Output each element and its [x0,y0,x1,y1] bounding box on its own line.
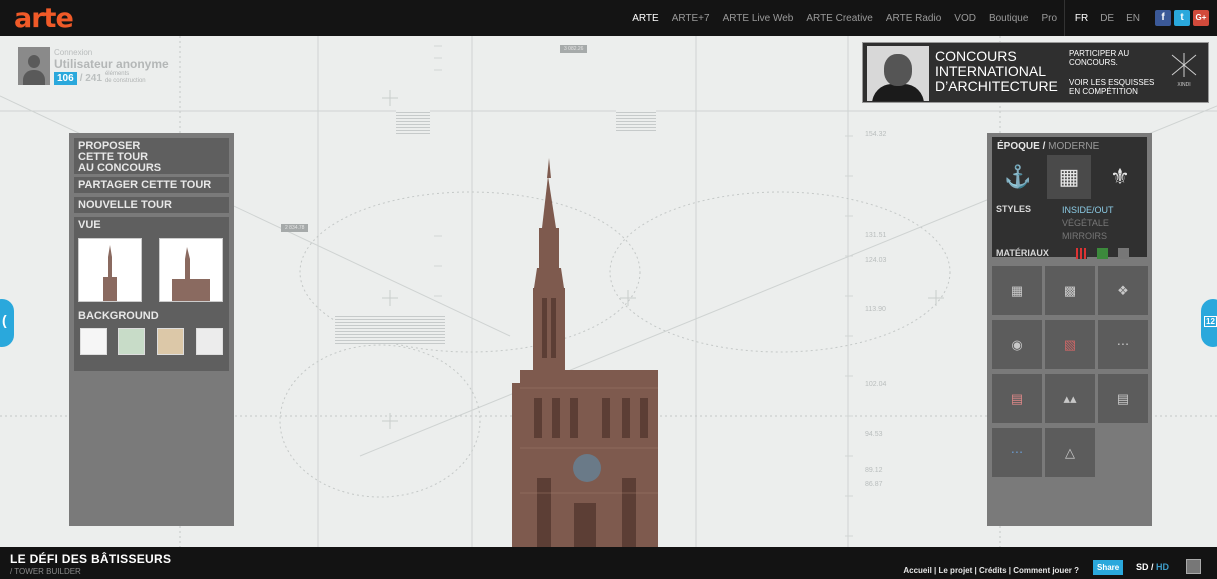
element-tile[interactable]: ▤ [1098,374,1148,423]
hd-option[interactable]: HD [1156,562,1169,572]
user-name: Utilisateur anonyme [54,57,169,71]
dimension-box: 3 082.26 [560,45,588,53]
nav-arte-live-web[interactable]: ARTE Live Web [723,13,794,24]
element-tile[interactable]: ❖ [1098,266,1148,315]
background-option-gray[interactable] [196,328,223,355]
nav-arte-plus7[interactable]: ARTE+7 [672,13,710,24]
top-bar: arte ARTE ARTE+7 ARTE Live Web ARTE Crea… [0,0,1217,36]
nav-boutique[interactable]: Boutique [989,13,1028,24]
view-heading: VUE [78,219,101,231]
measure-label: 154.32 [865,131,887,138]
sketches-link[interactable]: VOIR LES ESQUISSES EN COMPÉTITION [1069,78,1154,96]
calendar-icon: 12 [1204,316,1217,327]
element-tile[interactable]: ⋅⋅⋅ [1098,320,1148,369]
style-inside-out[interactable]: INSIDE/OUT [1062,204,1114,217]
measure-label: 131.51 [865,232,887,239]
nav-arte-radio[interactable]: ARTE Radio [886,13,941,24]
share-button[interactable]: Share [1093,560,1124,575]
footer-links[interactable]: Accueil | Le projet | Crédits | Comment … [903,566,1079,575]
lang-en[interactable]: EN [1126,13,1140,24]
game-subtitle: / TOWER BUILDER [10,567,81,576]
participate-link[interactable]: PARTICIPER AU CONCOURS. [1069,49,1129,67]
arte-logo[interactable]: arte [14,3,74,34]
element-tile[interactable]: ⋅⋅⋅ [992,428,1042,477]
lang-fr[interactable]: FR [1075,13,1088,24]
connection-link[interactable]: Connexion [54,48,92,57]
view-thumb-side[interactable] [159,238,223,302]
style-vegetale[interactable]: VÉGÉTALE [1062,217,1114,230]
element-tile[interactable]: ▤ [992,374,1042,423]
style-selector: ÉPOQUE / MODERNE ⚓ ▦ ⚜ STYLES INSIDE/OUT… [992,137,1147,259]
epoch-gothic-icon[interactable]: ⚓ [996,155,1040,199]
epoch-classic-icon[interactable]: ▦ [1047,155,1091,199]
bottom-bar: LE DÉFI DES BÂTISSEURS / TOWER BUILDER A… [0,547,1217,579]
style-mirroirs[interactable]: MIRROIRS [1062,230,1114,243]
quality-toggle[interactable]: SD / HD [1136,562,1169,572]
element-tile[interactable]: ▦ [992,266,1042,315]
background-heading: BACKGROUND [78,310,159,322]
epoch-heading: ÉPOQUE / MODERNE [997,141,1100,152]
background-option-green[interactable] [118,328,145,355]
measure-label: 102.04 [865,381,887,388]
styles-options: INSIDE/OUT VÉGÉTALE MIRROIRS [1062,204,1114,243]
element-tile[interactable]: ▴▴ [1045,374,1095,423]
blueprint-note [396,110,430,136]
sd-option[interactable]: SD [1136,562,1149,572]
architect-photo [867,46,929,101]
nav-arte[interactable]: ARTE [632,13,659,24]
measure-label: 124.03 [865,257,887,264]
blueprint-note [335,314,445,344]
cathedral-model[interactable] [512,158,658,547]
epoch-modern-icon[interactable]: ⚜ [1098,155,1142,199]
right-panel: ÉPOQUE / MODERNE ⚓ ▦ ⚜ STYLES INSIDE/OUT… [987,133,1152,526]
google-plus-icon[interactable]: G+ [1193,10,1209,26]
new-tower-button[interactable]: NOUVELLE TOUR [74,197,229,213]
element-tile[interactable]: △ [1045,428,1095,477]
materials-label: MATÉRIAUX [996,248,1049,258]
banner-title: CONCOURS INTERNATIONAL D’ARCHITECTURE [935,48,1058,94]
background-option-white[interactable] [80,328,107,355]
score: 106 / 241 éléments de construction [54,71,146,85]
propose-tower-button[interactable]: PROPOSER CETTE TOUR AU CONCOURS [74,138,229,174]
lang-de[interactable]: DE [1100,13,1114,24]
social-links: f t G+ [1155,10,1209,26]
element-tile[interactable]: ▧ [1045,320,1095,369]
view-thumb-front[interactable] [78,238,142,302]
nav-arte-creative[interactable]: ARTE Creative [806,13,873,24]
twitter-icon[interactable]: t [1174,10,1190,26]
avatar[interactable] [18,47,50,85]
fullscreen-icon[interactable] [1186,559,1201,574]
measure-label: 89.12 [865,467,883,474]
material-stone-icon[interactable] [1118,248,1129,259]
styles-label: STYLES [996,204,1032,214]
element-tile[interactable]: ◉ [992,320,1042,369]
nav-pro[interactable]: Pro [1041,13,1057,24]
material-red-icon[interactable] [1076,248,1087,259]
foundation-logo-icon: XINDI [1163,51,1205,93]
contest-banner[interactable]: CONCOURS INTERNATIONAL D’ARCHITECTURE PART… [862,42,1209,103]
left-panel: PROPOSER CETTE TOUR AU CONCOURS PARTAGER C… [69,133,234,526]
score-total: / 241 [79,72,102,84]
measure-label: 86.87 [865,481,883,488]
blueprint-note [616,110,656,132]
score-badge: 106 [54,71,77,85]
score-description: éléments de construction [104,71,146,84]
element-tile[interactable]: ▩ [1045,266,1095,315]
material-green-icon[interactable] [1097,248,1108,259]
right-side-tab[interactable]: 12 [1201,299,1217,347]
dimension-box: 2 834.78 [281,224,309,232]
top-nav: ARTE ARTE+7 ARTE Live Web ARTE Creative … [632,0,1057,36]
share-tower-button[interactable]: PARTAGER CETTE TOUR [74,177,229,193]
phone-icon: ( [2,312,7,328]
language-switcher: FR DE EN [1063,0,1140,36]
facebook-icon[interactable]: f [1155,10,1171,26]
nav-vod[interactable]: VOD [954,13,976,24]
left-side-tab[interactable]: ( [0,299,14,347]
background-option-tan[interactable] [157,328,184,355]
measure-label: 113.90 [865,306,886,313]
measure-label: 94.53 [865,431,883,438]
game-title: LE DÉFI DES BÂTISSEURS [10,552,172,566]
